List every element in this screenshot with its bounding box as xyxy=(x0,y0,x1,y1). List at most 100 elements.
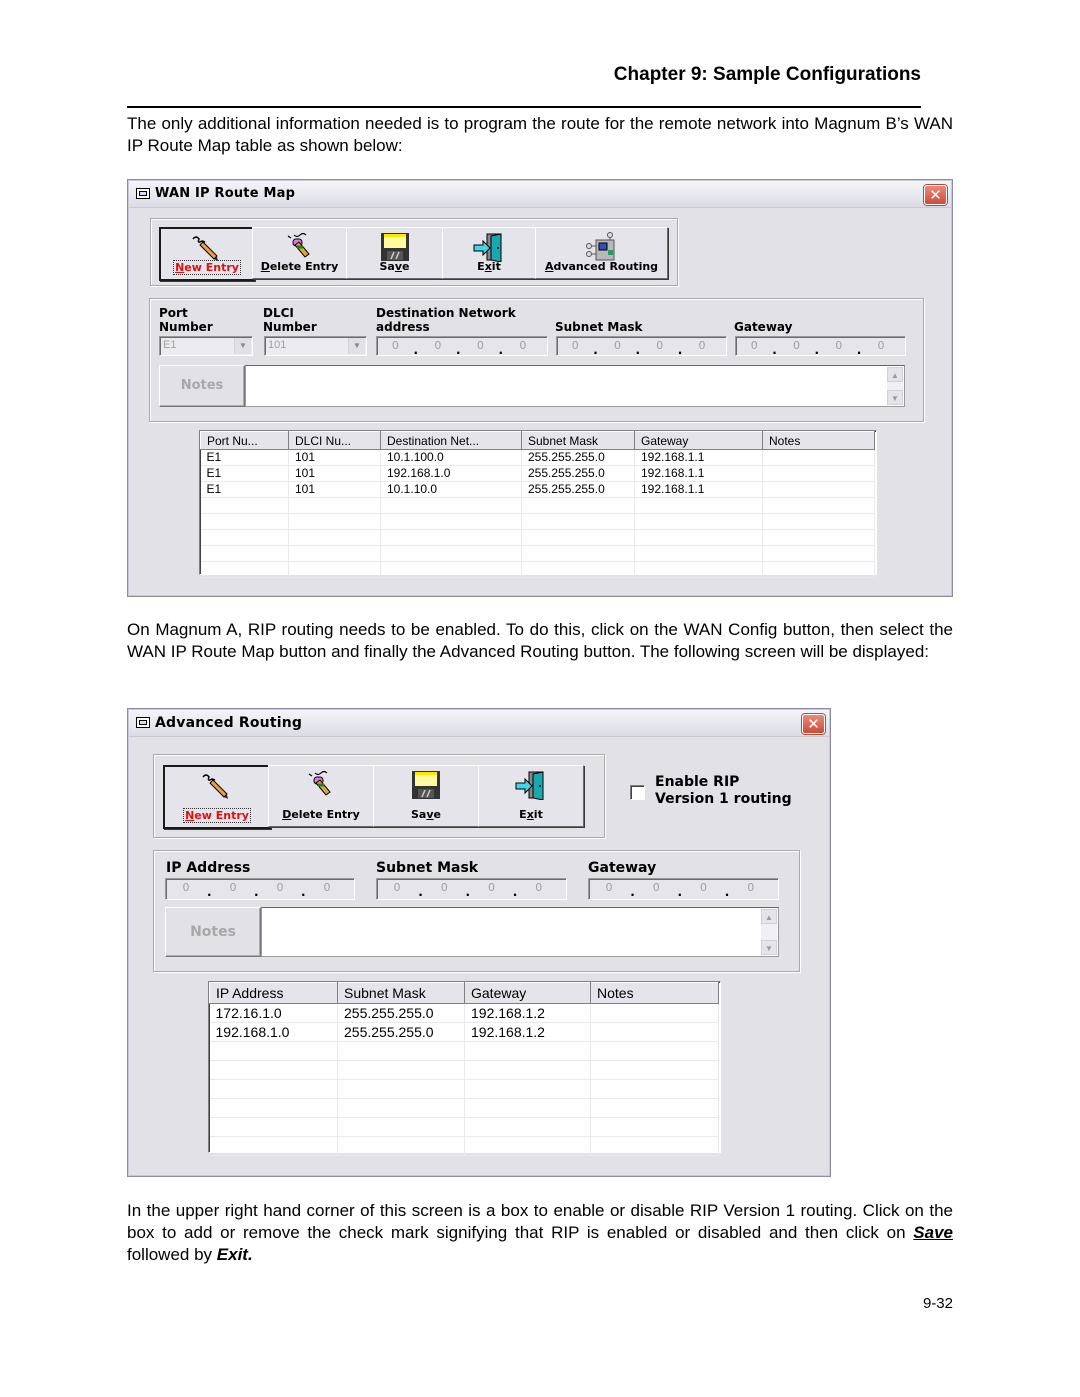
chevron-down-icon[interactable]: ▼ xyxy=(348,338,365,354)
gateway-input[interactable]: 0. 0. 0. 0 xyxy=(735,336,906,357)
notes-scrollbar[interactable]: ▲ ▼ xyxy=(887,367,903,405)
subnet-label: Subnet Mask xyxy=(376,860,479,876)
table-cell xyxy=(590,1098,719,1118)
exit-reference: Exit. xyxy=(216,1245,253,1264)
scroll-up-icon[interactable]: ▲ xyxy=(887,367,903,382)
ip-dot: . xyxy=(724,885,730,899)
table-cell xyxy=(762,481,875,498)
empty-table-row[interactable] xyxy=(200,561,875,578)
table-cell xyxy=(521,561,635,578)
column-header[interactable]: Notes xyxy=(762,431,875,450)
window-icon xyxy=(136,717,150,728)
exit-button[interactable]: Exit xyxy=(442,227,536,279)
ip-octet: 0 xyxy=(519,339,527,352)
save-button[interactable]: Save xyxy=(373,765,479,827)
table-cell xyxy=(521,545,635,562)
column-header[interactable]: Port Nu... xyxy=(200,431,289,450)
notes-scrollbar[interactable]: ▲ ▼ xyxy=(761,909,777,955)
enable-rip-label: Enable RIP Version 1 routing xyxy=(655,774,792,807)
delete-entry-button[interactable]: Delete Entry xyxy=(268,765,374,827)
table-cell: 192.168.1.0 xyxy=(380,465,522,482)
empty-table-row[interactable] xyxy=(200,529,875,546)
ip-octet: 0 xyxy=(393,881,401,894)
advanced-routing-table[interactable]: IP Address Subnet Mask Gateway Notes 172.16… xyxy=(208,981,721,1156)
empty-table-row[interactable] xyxy=(209,1079,719,1099)
header-rule xyxy=(127,106,921,108)
table-row[interactable]: 172.16.1.0 255.255.255.0 192.168.1.2 xyxy=(209,1003,719,1023)
table-cell xyxy=(337,1079,465,1099)
table-cell xyxy=(209,1079,338,1099)
advanced-routing-button[interactable]: Advanced Routing xyxy=(535,227,668,279)
table-cell: 101 xyxy=(288,449,381,466)
table-cell xyxy=(380,529,522,546)
exit-button[interactable]: Exit xyxy=(478,765,584,827)
notes-textarea[interactable]: ▲ ▼ xyxy=(245,365,905,407)
gateway-input[interactable]: 0. 0. 0. 0 xyxy=(588,878,779,900)
empty-table-row[interactable] xyxy=(209,1060,719,1080)
ip-dot: . xyxy=(593,343,598,357)
empty-table-row[interactable] xyxy=(209,1098,719,1118)
chevron-down-icon[interactable]: ▼ xyxy=(234,338,251,354)
floppy-disk-icon xyxy=(377,232,413,262)
empty-table-row[interactable] xyxy=(209,1117,719,1137)
table-cell xyxy=(590,1136,719,1156)
delete-entry-label: Delete Entry xyxy=(282,808,360,821)
empty-table-row[interactable] xyxy=(209,1136,719,1156)
scroll-down-icon[interactable]: ▼ xyxy=(887,390,903,405)
empty-table-row[interactable] xyxy=(200,513,875,530)
enable-rip-checkbox[interactable] xyxy=(630,785,645,800)
ip-dot: . xyxy=(635,343,641,357)
empty-table-row[interactable] xyxy=(200,545,875,562)
table-cell xyxy=(634,529,763,546)
column-header[interactable]: Subnet Mask xyxy=(337,982,465,1004)
subnet-mask-input[interactable]: 0. 0. 0. 0 xyxy=(376,878,567,900)
column-header[interactable]: Notes xyxy=(590,982,719,1004)
table-cell xyxy=(380,561,522,578)
delete-entry-button[interactable]: Delete Entry xyxy=(252,227,347,279)
table-row[interactable]: E1 101 10.1.10.0 255.255.255.0 192.168.1.1 xyxy=(200,481,875,498)
column-header[interactable]: Gateway xyxy=(464,982,591,1004)
column-header[interactable]: Subnet Mask xyxy=(521,431,635,450)
table-row[interactable]: 192.168.1.0 255.255.255.0 192.168.1.2 xyxy=(209,1022,719,1042)
subnet-mask-input[interactable]: 0. 0. 0. 0 xyxy=(556,336,727,357)
exit-label: Exit xyxy=(519,808,543,821)
column-header[interactable]: IP Address xyxy=(209,982,338,1004)
notes-textarea[interactable]: ▲ ▼ xyxy=(261,907,779,957)
destination-address-input[interactable]: 0. 0. 0. 0 xyxy=(376,336,548,357)
table-cell xyxy=(200,497,289,514)
dlci-number-select[interactable]: 101 ▼ xyxy=(264,336,367,356)
port-number-select[interactable]: E1 ▼ xyxy=(159,336,253,356)
table-cell xyxy=(209,1041,338,1061)
close-button[interactable]: ✕ xyxy=(802,714,825,734)
closing-paragraph: In the upper right hand corner of this s… xyxy=(127,1201,953,1264)
column-header[interactable]: Gateway xyxy=(634,431,763,450)
table-row[interactable]: E1 101 10.1.100.0 255.255.255.0 192.168.1.1 xyxy=(200,449,875,466)
save-button[interactable]: Save xyxy=(346,227,443,279)
column-header[interactable]: Destination Net... xyxy=(380,431,522,450)
advanced-routing-window: Advanced Routing ✕ Enable RIP Version 1 … xyxy=(127,708,831,1177)
window-icon xyxy=(136,188,150,199)
table-cell xyxy=(200,545,289,562)
empty-table-row[interactable] xyxy=(200,497,875,514)
close-button[interactable]: ✕ xyxy=(924,185,947,205)
route-map-table[interactable]: Port Nu... DLCI Nu... Destination Net... Su… xyxy=(199,430,877,578)
ip-dot: . xyxy=(254,885,259,899)
table-row[interactable]: E1 101 192.168.1.0 255.255.255.0 192.168.1.1 xyxy=(200,465,875,482)
ip-octet: 0 xyxy=(877,339,885,352)
ip-address-input[interactable]: 0. 0. 0. 0 xyxy=(165,878,355,900)
ip-dot: . xyxy=(677,343,683,357)
exit-door-icon xyxy=(471,232,507,263)
scroll-up-icon[interactable]: ▲ xyxy=(761,909,777,924)
scroll-down-icon[interactable]: ▼ xyxy=(761,940,777,955)
empty-table-row[interactable] xyxy=(209,1041,719,1061)
ip-octet: 0 xyxy=(750,339,758,352)
new-entry-button[interactable]: New Entry xyxy=(163,765,271,829)
column-header[interactable]: DLCI Nu... xyxy=(288,431,381,450)
table-cell: 192.168.1.2 xyxy=(464,1003,591,1023)
close-icon: ✕ xyxy=(807,715,820,733)
table-cell xyxy=(762,529,875,546)
table-cell: 255.255.255.0 xyxy=(521,465,635,482)
table-cell xyxy=(634,513,763,530)
new-entry-button[interactable]: New Entry xyxy=(159,227,255,281)
table-cell xyxy=(590,1117,719,1137)
